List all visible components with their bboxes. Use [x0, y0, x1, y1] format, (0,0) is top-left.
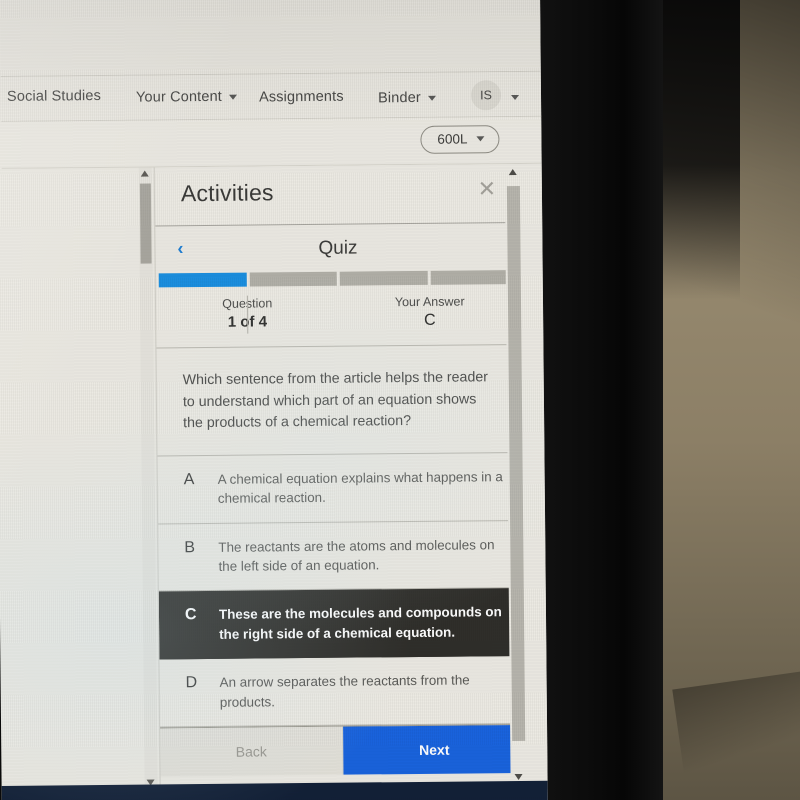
progress-segment-3 [339, 270, 428, 286]
page-scrollbar-thumb[interactable] [139, 183, 152, 264]
choice-letter: C [184, 606, 197, 624]
activities-modal: Activities ✕ ‹ Quiz 1 of 4 Your Answer C… [153, 163, 526, 790]
back-button[interactable]: Back [160, 726, 344, 777]
progress-segment-4 [430, 269, 518, 285]
answer-choice-d[interactable]: D An arrow separates the reactants from … [159, 656, 526, 728]
nav-item-label: Assignments [258, 88, 344, 106]
nav-item-social-studies[interactable]: Social Studies [7, 88, 101, 105]
quiz-title: Quiz [318, 237, 358, 259]
next-button[interactable]: Next [343, 725, 526, 775]
lexile-row: 600L [1, 116, 542, 169]
page-title: Activities [180, 179, 274, 207]
avatar[interactable]: IS [470, 80, 502, 111]
avatar-chevron-down-icon[interactable] [511, 94, 520, 101]
progress-segment-2 [249, 271, 337, 287]
choice-letter: B [184, 538, 196, 556]
lexile-level-selector[interactable]: 600L [420, 125, 500, 154]
question-text: Which sentence from the article helps th… [156, 344, 523, 457]
modal-scrollbar-thumb[interactable] [506, 185, 526, 742]
answer-choice-b[interactable]: B The reactants are the atoms and molecu… [158, 520, 524, 592]
nav-item-label: Your Content [135, 88, 223, 106]
laptop-bezel [533, 0, 663, 800]
nav-item-binder[interactable]: Binder [377, 89, 436, 107]
modal-header: Activities ✕ [154, 163, 521, 227]
close-icon[interactable]: ✕ [476, 176, 498, 201]
quiz-meta-row: Question 1 of 4 Your Answer C [155, 283, 522, 349]
question-counter: Question 1 of 4 [156, 286, 339, 348]
chevron-down-icon [228, 94, 237, 100]
nav-item-assignments[interactable]: Assignments [259, 89, 344, 106]
lexile-level-value: 600L [437, 131, 468, 147]
laptop-photo: · · · Social Studies Your Content Assign… [0, 0, 800, 800]
quiz-footer: Back Next [160, 724, 526, 777]
choice-letter: D [185, 674, 198, 692]
chevron-down-icon [427, 95, 436, 101]
answer-choice-c[interactable]: C These are the molecules and compounds … [158, 588, 525, 660]
choice-text: These are the molecules and compounds on… [218, 604, 502, 642]
your-answer-value: C [424, 311, 436, 329]
nav-item-your-content[interactable]: Your Content [136, 89, 237, 106]
page-body: Activities ✕ ‹ Quiz 1 of 4 Your Answer C… [1, 163, 548, 791]
quiz-header: ‹ Quiz [155, 223, 520, 274]
nav-item-label: Social Studies [6, 87, 102, 105]
site-nav: Social Studies Your Content Assignments … [0, 71, 542, 122]
scroll-up-arrow-icon[interactable] [140, 170, 149, 177]
fabric-crease [672, 671, 800, 800]
answer-choice-a[interactable]: A A chemical equation explains what happ… [157, 452, 524, 525]
your-answer: Your Answer C [338, 284, 521, 346]
browser-chrome-gap [0, 12, 541, 77]
nav-item-label: Binder [377, 89, 421, 107]
scroll-down-arrow-icon[interactable] [514, 773, 523, 781]
your-answer-label: Your Answer [394, 294, 465, 310]
laptop-screen: · · · Social Studies Your Content Assign… [0, 0, 548, 800]
choice-text: A chemical equation explains what happen… [217, 468, 503, 507]
choice-text: An arrow separates the reactants from th… [219, 672, 470, 710]
progress-segment-1 [158, 272, 247, 288]
choice-letter: A [183, 470, 195, 488]
chevron-down-icon [476, 136, 485, 142]
scroll-up-arrow-icon[interactable] [508, 168, 517, 176]
choice-text: The reactants are the atoms and molecule… [218, 536, 495, 574]
